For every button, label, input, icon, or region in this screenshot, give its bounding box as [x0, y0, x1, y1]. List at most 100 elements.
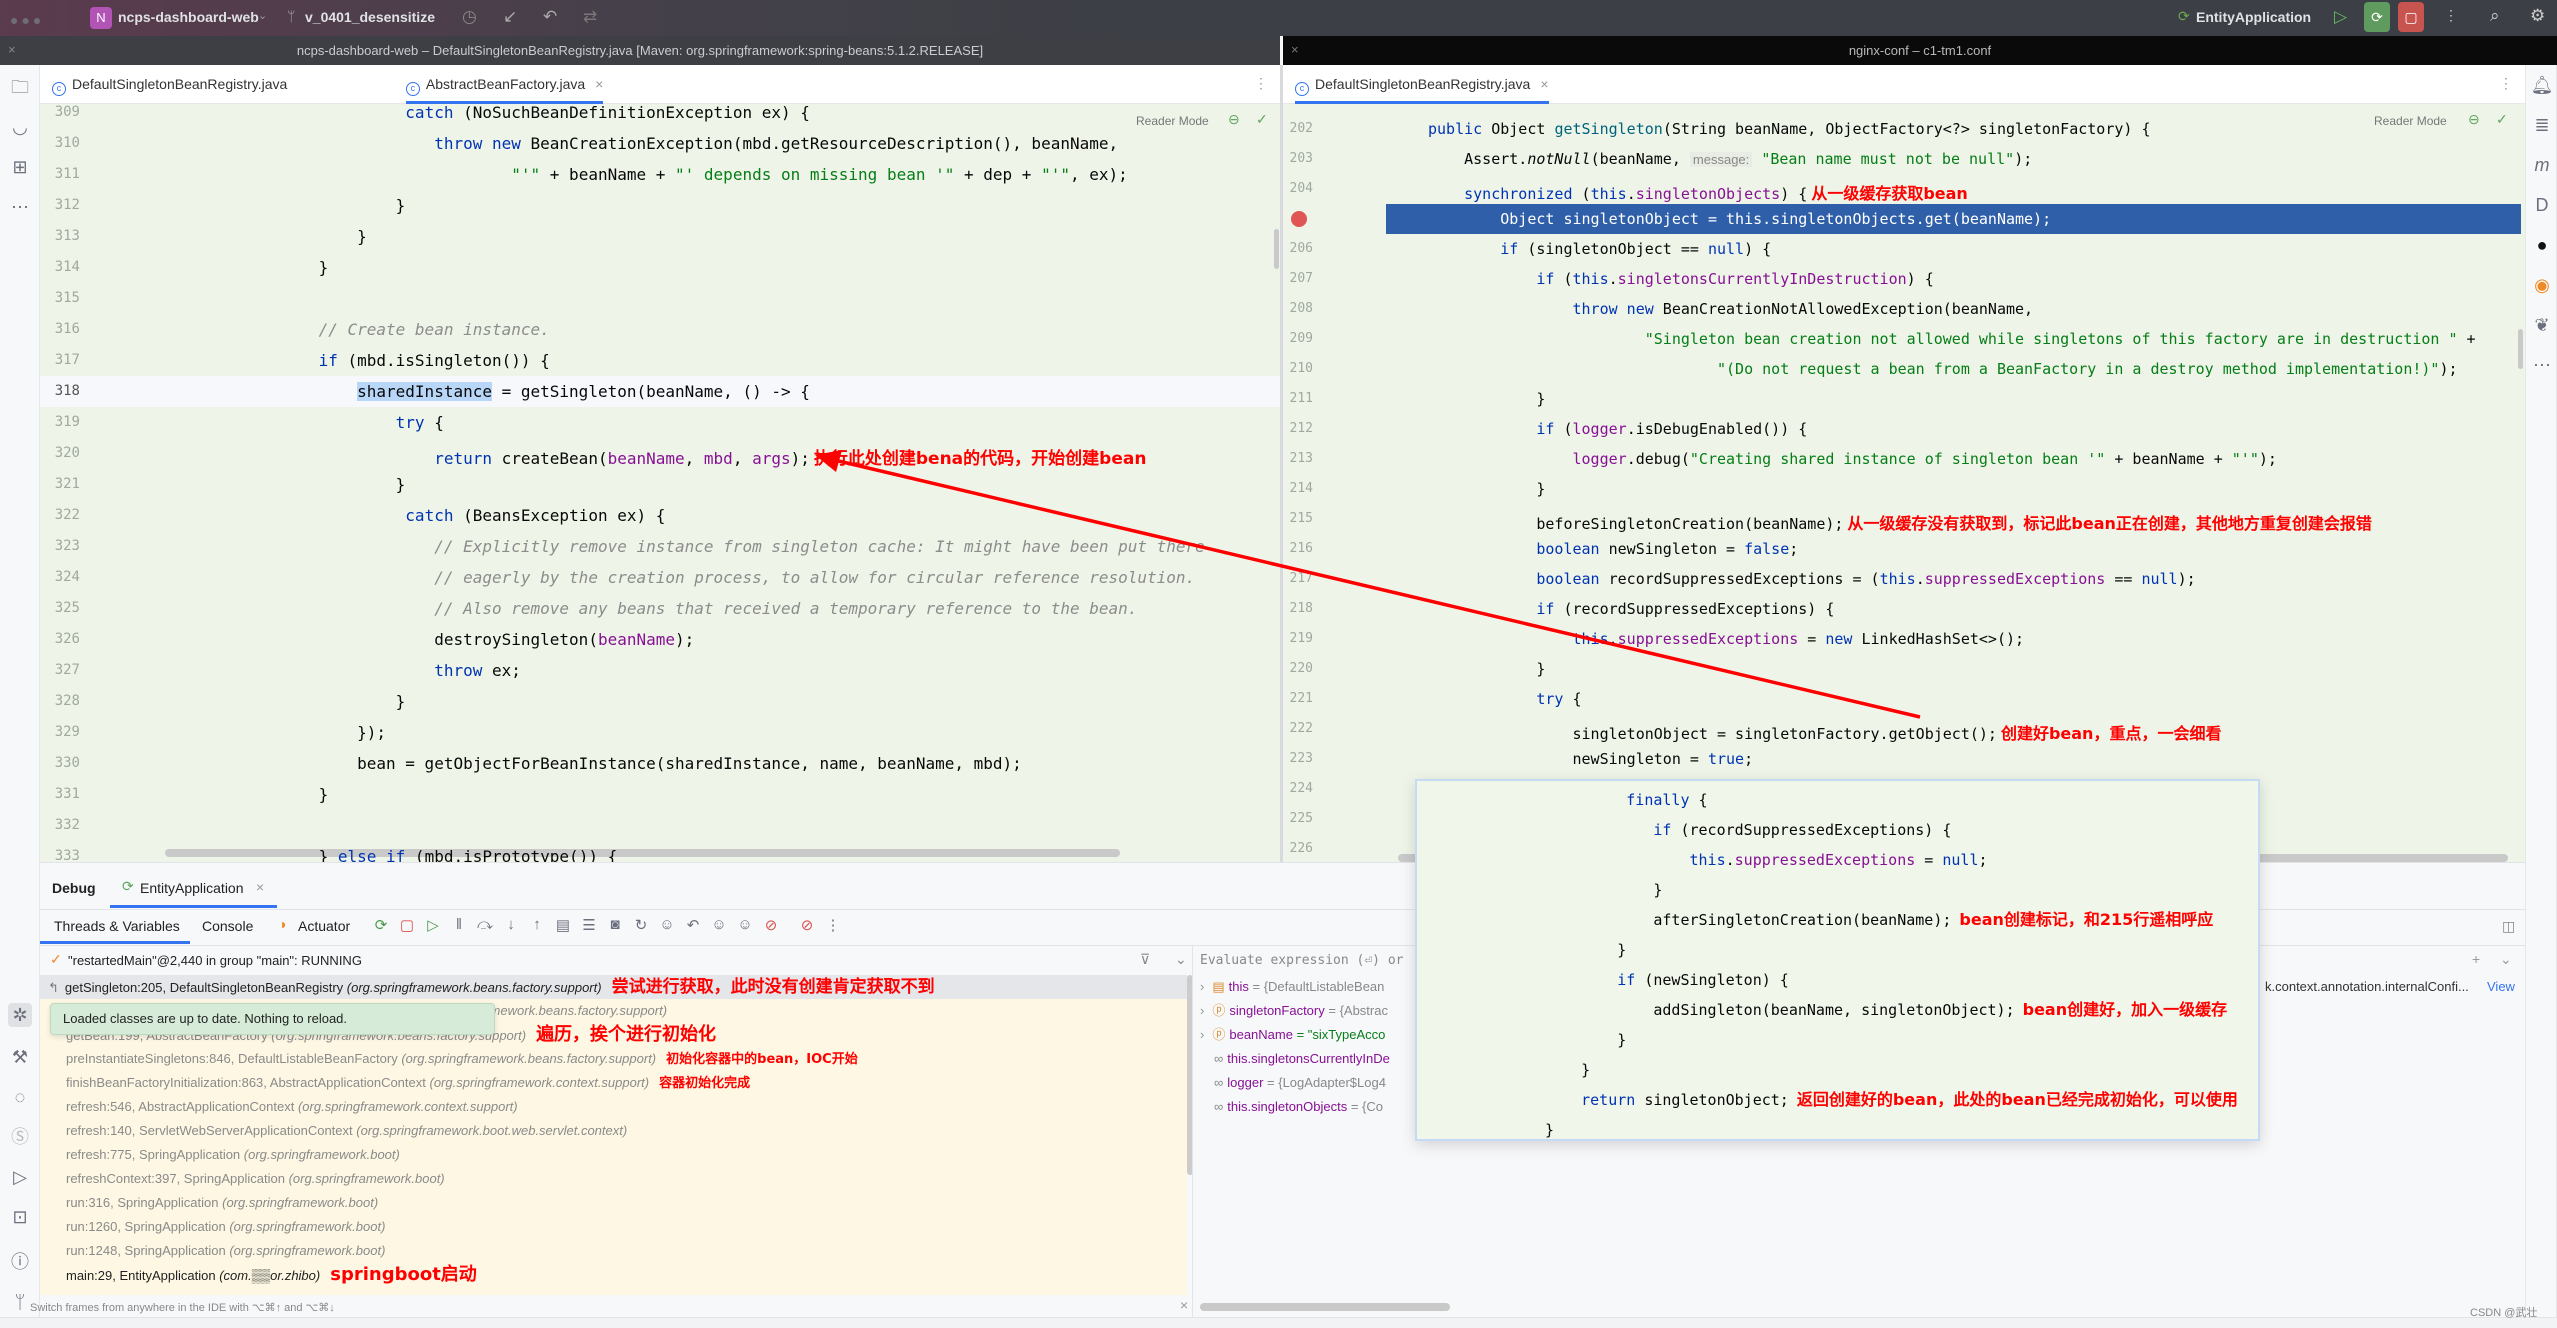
line-number[interactable]: 312: [40, 197, 80, 213]
code-line[interactable]: 332: [40, 810, 1280, 841]
line-number[interactable]: 209: [1283, 331, 1313, 346]
line-number[interactable]: 212: [1283, 421, 1313, 436]
hotswap-icon[interactable]: ☺: [656, 916, 678, 933]
branch-selector[interactable]: v_0401_desensitize: [305, 9, 435, 25]
line-number[interactable]: 202: [1283, 121, 1313, 136]
undo-icon[interactable]: ↶: [682, 916, 704, 934]
code-line[interactable]: 219 this.suppressedExceptions = new Link…: [1283, 624, 2525, 654]
close-hint-icon[interactable]: ×: [1180, 1297, 1188, 1313]
stack-frame[interactable]: finishBeanFactoryInitialization:863, Abs…: [40, 1071, 1187, 1095]
breakpoint-icon[interactable]: [1291, 211, 1307, 227]
right-code-editor[interactable]: Reader Mode ⊖ ✓ 202 public Object getSing…: [1283, 104, 2525, 862]
line-number[interactable]: 203: [1283, 151, 1313, 166]
more-icon[interactable]: ☺: [734, 916, 756, 933]
chevron-right-icon[interactable]: ›: [1200, 1027, 1204, 1042]
tab-threads-variables[interactable]: Threads & Variables: [54, 918, 180, 934]
line-number[interactable]: 215: [1283, 511, 1313, 526]
services-icon[interactable]: ◌: [8, 1085, 32, 1109]
line-number[interactable]: 221: [1283, 691, 1313, 706]
code-line[interactable]: 329 });: [40, 717, 1280, 748]
stack-frame[interactable]: preInstantiateSingletons:846, DefaultLis…: [40, 1047, 1187, 1071]
layout-icon[interactable]: ◫: [2502, 918, 2515, 935]
session-tab[interactable]: EntityApplication: [140, 880, 244, 896]
line-number[interactable]: 317: [40, 352, 80, 368]
git-icon[interactable]: ᛘ: [8, 1290, 32, 1314]
chevron-down-icon[interactable]: ⌄: [2500, 951, 2512, 968]
pause-icon[interactable]: ‖: [448, 916, 470, 933]
debug-icon[interactable]: ✲: [8, 1003, 32, 1027]
line-number[interactable]: 226: [1283, 841, 1313, 856]
line-number[interactable]: 210: [1283, 361, 1313, 376]
code-line[interactable]: 323 // Explicitly remove instance from s…: [40, 531, 1280, 562]
code-line[interactable]: 213 logger.debug("Creating shared instan…: [1283, 444, 2525, 474]
line-number[interactable]: 213: [1283, 451, 1313, 466]
step-over-icon[interactable]: ⤼: [474, 916, 496, 933]
stack-frame[interactable]: run:1248, SpringApplication (org.springf…: [40, 1239, 1187, 1263]
run-icon[interactable]: ▷: [8, 1165, 32, 1189]
more-icon[interactable]: ⋮: [2499, 75, 2513, 92]
code-line[interactable]: 223 newSingleton = true;: [1283, 744, 2525, 774]
line-number[interactable]: 309: [40, 104, 80, 120]
code-line[interactable]: 327 throw ex;: [40, 655, 1280, 686]
code-line[interactable]: 333 } else if (mbd.isPrototype()) {: [40, 841, 1280, 863]
filter-icon[interactable]: ⊽: [1140, 951, 1150, 968]
line-number[interactable]: 327: [40, 662, 80, 678]
code-line[interactable]: 321 }: [40, 469, 1280, 500]
ai-assistant-icon[interactable]: ◉: [2530, 273, 2554, 297]
project-selector[interactable]: ncps-dashboard-web: [118, 9, 259, 25]
snapshot-icon[interactable]: ◙: [604, 916, 626, 933]
notifications-icon[interactable]: 🔔︎: [2530, 73, 2554, 97]
debug-rerun-button[interactable]: ⟳: [2364, 2, 2390, 32]
stack-frame[interactable]: run:316, SpringApplication (org.springfr…: [40, 1191, 1187, 1215]
code-line[interactable]: 211 }: [1283, 384, 2525, 414]
stack-frame[interactable]: main:29, EntityApplication (com.▒▒or.zhi…: [40, 1263, 1187, 1287]
settings-icon[interactable]: ☺: [708, 916, 730, 933]
folder-icon[interactable]: 🗀: [8, 75, 32, 99]
structure-icon[interactable]: ⊞: [8, 155, 32, 179]
code-line[interactable]: 320 return createBean(beanName, mbd, arg…: [40, 438, 1280, 469]
code-line[interactable]: 330 bean = getObjectForBeanInstance(shar…: [40, 748, 1280, 779]
line-number[interactable]: 211: [1283, 391, 1313, 406]
reload-icon[interactable]: ↻: [630, 916, 652, 934]
line-number[interactable]: 326: [40, 631, 80, 647]
editor-tab[interactable]: c AbstractBeanFactory.java ×: [405, 65, 604, 104]
window-controls[interactable]: ●●●: [10, 12, 44, 28]
step-out-icon[interactable]: ↑: [526, 916, 548, 933]
line-number[interactable]: 224: [1283, 781, 1313, 796]
thread-selector[interactable]: "restartedMain"@2,440 in group "main": R…: [68, 953, 362, 968]
code-line[interactable]: 324 // eagerly by the creation process, …: [40, 562, 1280, 593]
line-number[interactable]: 315: [40, 290, 80, 306]
code-line[interactable]: 204 synchronized (this.singletonObjects)…: [1283, 174, 2525, 204]
close-icon[interactable]: ×: [595, 76, 603, 92]
variables-scrollbar[interactable]: [1200, 1303, 1450, 1311]
line-number[interactable]: 332: [40, 817, 80, 833]
spring-icon[interactable]: Ⓢ: [8, 1125, 32, 1149]
chevron-down-icon[interactable]: ⌄: [1175, 951, 1187, 968]
evaluate-expression-input[interactable]: Evaluate expression (⏎) or: [1200, 953, 1404, 968]
code-line[interactable]: 326 destroySingleton(beanName);: [40, 624, 1280, 655]
stop-button[interactable]: ▢: [2398, 2, 2424, 32]
kebab-icon[interactable]: ⋮: [822, 916, 844, 934]
problems-icon[interactable]: ⓘ: [8, 1250, 32, 1274]
code-line[interactable]: 325 // Also remove any beans that receiv…: [40, 593, 1280, 624]
stack-frame[interactable]: refreshContext:397, SpringApplication (o…: [40, 1167, 1187, 1191]
more-icon[interactable]: ⋮: [2444, 7, 2458, 24]
line-number[interactable]: 320: [40, 445, 80, 461]
line-number[interactable]: 321: [40, 476, 80, 492]
view-link[interactable]: View: [2487, 975, 2515, 999]
line-number[interactable]: 319: [40, 414, 80, 430]
code-line[interactable]: 312 }: [40, 190, 1280, 221]
settings-icon[interactable]: ⚙: [2530, 6, 2545, 26]
line-number[interactable]: 225: [1283, 811, 1313, 826]
line-number[interactable]: 325: [40, 600, 80, 616]
line-number[interactable]: 328: [40, 693, 80, 709]
line-number[interactable]: 220: [1283, 661, 1313, 676]
leaf-icon[interactable]: ❦: [2530, 313, 2554, 337]
line-number[interactable]: 223: [1283, 751, 1313, 766]
stack-frame[interactable]: ↰ getSingleton:205, DefaultSingletonBeanR…: [40, 975, 1187, 999]
run-config-selector[interactable]: EntityApplication: [2196, 9, 2311, 25]
code-line[interactable]: 310 throw new BeanCreationException(mbd.…: [40, 128, 1280, 159]
code-line[interactable]: 314 }: [40, 252, 1280, 283]
stack-frame[interactable]: refresh:775, SpringApplication (org.spri…: [40, 1143, 1187, 1167]
search-icon[interactable]: ⌕: [2490, 6, 2500, 26]
